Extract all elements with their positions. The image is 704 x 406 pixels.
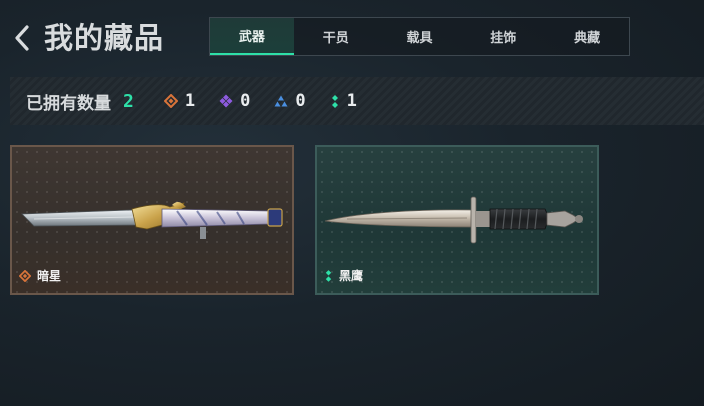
- item-name: 暗星: [37, 269, 62, 283]
- blue-triangle-icon: [274, 95, 288, 107]
- rarity-count-value: 1: [346, 91, 357, 111]
- green-dots-icon: [325, 270, 332, 282]
- rarity-count-green: 1: [330, 91, 357, 111]
- item-name-row: 黑鹰: [324, 267, 363, 284]
- tab-vehicles[interactable]: 载具: [378, 18, 462, 55]
- owned-count-label: 已拥有数量: [26, 93, 111, 114]
- rarity-count-value: 1: [184, 91, 196, 111]
- rarity-count-purple: 0: [219, 91, 250, 111]
- page-title: 我的藏品: [44, 21, 165, 55]
- purple-diamond-icon: [219, 94, 233, 108]
- rarity-count-value: 0: [240, 91, 251, 111]
- owned-count-bar: 已拥有数量 2 1 0 0 1: [10, 77, 704, 125]
- tab-operators[interactable]: 干员: [294, 18, 378, 55]
- rarity-count-value: 0: [295, 91, 306, 111]
- item-card-black-hawk[interactable]: 黑鹰: [315, 145, 599, 295]
- tab-charms[interactable]: 挂饰: [461, 18, 545, 55]
- tab-collection[interactable]: 典藏: [545, 18, 629, 55]
- collection-screen: { "header": { "title": "我的藏品" }, "tabs":…: [0, 0, 704, 406]
- chevron-left-icon: [15, 25, 29, 51]
- item-name: 黑鹰: [339, 269, 364, 283]
- back-button[interactable]: [12, 24, 34, 52]
- rarity-count-orange: 1: [163, 91, 196, 111]
- orange-diamond-icon: [19, 269, 31, 282]
- rarity-count-blue: 0: [274, 91, 306, 111]
- tab-weapons[interactable]: 武器: [210, 18, 294, 55]
- item-card-dark-star[interactable]: 暗星: [10, 145, 294, 295]
- category-tabs: 武器 干员 载具 挂饰 典藏: [209, 17, 630, 56]
- green-dots-icon: [331, 95, 338, 108]
- orange-diamond-icon: [163, 94, 178, 108]
- item-name-row: 暗星: [19, 267, 61, 284]
- owned-count-total: 2: [123, 90, 134, 112]
